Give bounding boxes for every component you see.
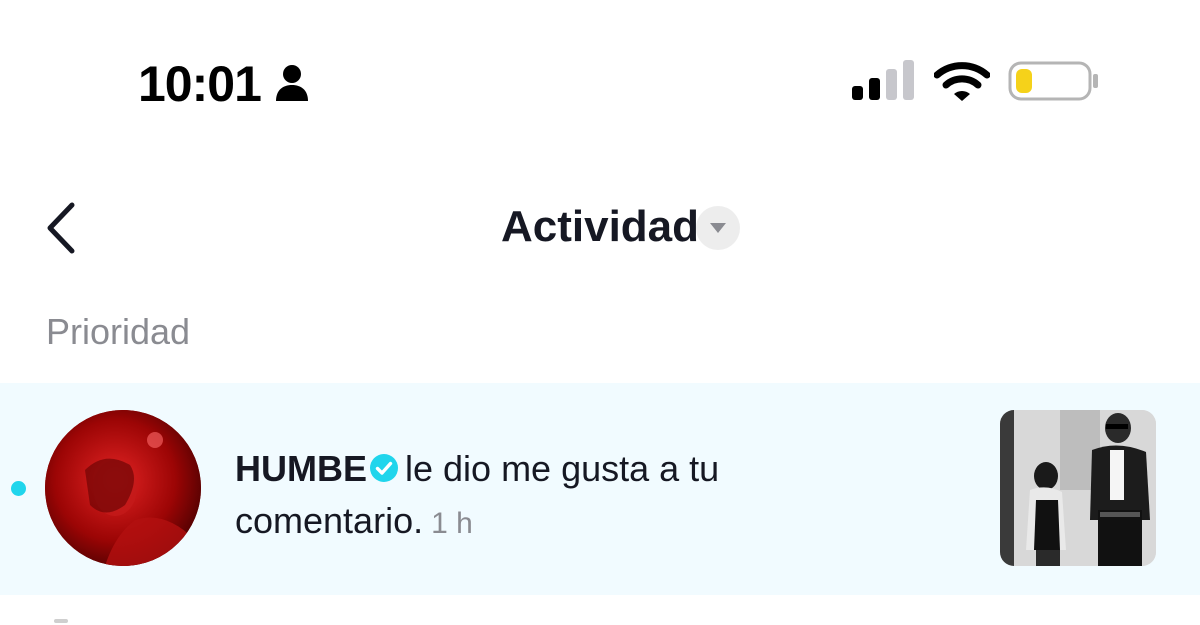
signal-icon <box>852 60 914 100</box>
activity-screen: 10:01 Actividad Prioridad HUMBE le dio m… <box>0 0 1200 625</box>
person-icon <box>276 65 308 101</box>
wifi-icon <box>934 62 990 101</box>
verified-badge-icon <box>370 454 398 482</box>
activity-filter-dropdown[interactable] <box>696 206 740 250</box>
back-button[interactable] <box>36 196 86 260</box>
next-item-hint <box>54 619 68 623</box>
avatar-image <box>45 410 201 566</box>
chevron-left-icon <box>47 202 75 254</box>
avatar[interactable] <box>45 410 201 566</box>
page-title[interactable]: Actividad <box>501 202 699 252</box>
thumbnail-image <box>1000 410 1156 566</box>
notification-message-line2: comentario. <box>235 500 424 541</box>
section-label-priority: Prioridad <box>46 311 191 352</box>
status-time: 10:01 <box>138 56 262 112</box>
notification-timestamp: 1 h <box>431 507 473 540</box>
username[interactable]: HUMBE <box>235 448 367 489</box>
post-thumbnail[interactable] <box>1000 410 1156 566</box>
caret-down-icon <box>710 223 726 233</box>
battery-icon <box>1008 61 1098 101</box>
notification-text: HUMBE le dio me gusta a tu comentario. 1 h <box>235 443 955 550</box>
notification-row[interactable]: HUMBE le dio me gusta a tu comentario. 1 h <box>0 383 1200 595</box>
unread-indicator <box>11 481 26 496</box>
header: Actividad <box>0 196 1200 258</box>
notification-message-line1: le dio me gusta a tu <box>405 448 720 489</box>
